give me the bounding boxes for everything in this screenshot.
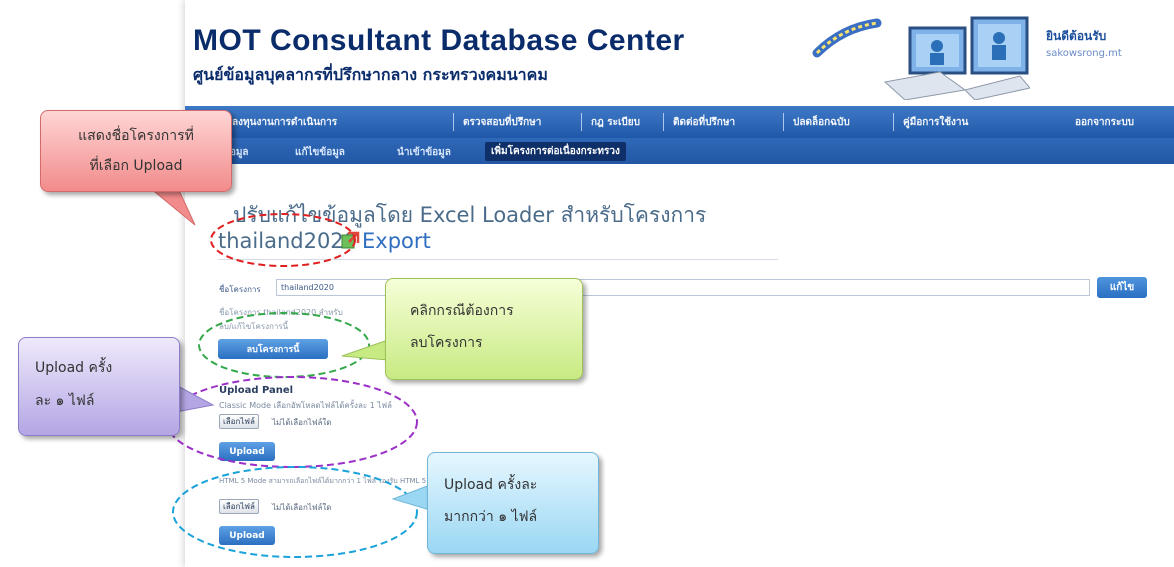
heading-divider bbox=[218, 259, 778, 260]
export-link[interactable]: Export bbox=[362, 229, 431, 253]
nav-item-logout[interactable]: ออกจากระบบ bbox=[1075, 115, 1134, 130]
delete-hint: ลบ/แก้ไขโครงการนี้ bbox=[219, 322, 289, 331]
choose-file-button[interactable]: เลือกไฟล์ bbox=[219, 414, 259, 429]
export-icon[interactable] bbox=[340, 231, 360, 251]
user-name[interactable]: sakowsrong.mt bbox=[1046, 48, 1122, 59]
upload-button-classic[interactable]: Upload bbox=[219, 442, 275, 461]
callout-red-line2: ที่เลือก Upload bbox=[89, 158, 183, 174]
nav-divider bbox=[783, 113, 784, 131]
project-hint: ชื่อโครงการ thailand2020 สำหรับ bbox=[219, 308, 343, 317]
computers-illustration-icon bbox=[883, 16, 1030, 100]
no-file-text: ไม่ได้เลือกไฟล์ใด bbox=[272, 418, 332, 427]
no-files-text: ไม่ได้เลือกไฟล์ใด bbox=[272, 503, 332, 512]
sub-nav: ข้อมูล แก้ไขข้อมูล นำเข้าข้อมูล เพิ่มโคร… bbox=[185, 138, 1174, 164]
subnav-item-import[interactable]: นำเข้าข้อมูล bbox=[397, 145, 451, 160]
callout-green-line2: ลบโครงการ bbox=[410, 335, 483, 351]
callout-purple-line1: Upload ครั้ง bbox=[35, 360, 113, 376]
nav-item-unlock[interactable]: ปลดล็อกฉบับ bbox=[793, 115, 850, 130]
nav-item-regulations[interactable]: กฎ ระเบียบ bbox=[591, 115, 640, 130]
callout-blue-line1: Upload ครั้งละ bbox=[444, 477, 538, 493]
page-heading: ปรับแก้ไขข้อมูลโดย Excel Loader สำหรับโค… bbox=[233, 203, 707, 227]
callout-purple-line2: ละ ๑ ไฟล์ bbox=[35, 393, 95, 409]
delete-project-button[interactable]: ลบโครงการนี้ bbox=[218, 339, 328, 359]
classic-mode-description: Classic Mode เลือกอัพโหลดไฟล์ได้ครั้งละ … bbox=[219, 401, 392, 410]
nav-divider bbox=[581, 113, 582, 131]
subnav-item-edit[interactable]: แก้ไขข้อมูล bbox=[295, 145, 345, 160]
nav-divider bbox=[893, 113, 894, 131]
welcome-text: ยินดีต้อนรับ bbox=[1046, 29, 1107, 43]
welcome-block: ยินดีต้อนรับ sakowsrong.mt bbox=[1046, 27, 1122, 59]
html5-mode-description: HTML 5 Mode สามารถเลือกไฟล์ได้มากกว่า 1 … bbox=[219, 477, 427, 485]
callout-red-line1: แสดงชื่อโครงการที่ bbox=[78, 128, 194, 144]
site-subtitle: ศูนย์ข้อมูลบุคลากรที่ปรึกษากลาง กระทรวงค… bbox=[193, 65, 548, 84]
project-name-label: ชื่อโครงการ bbox=[219, 285, 261, 294]
upload-button-html5[interactable]: Upload bbox=[219, 526, 275, 545]
callout-delete-project: คลิกกรณีต้องการ ลบโครงการ bbox=[385, 278, 583, 380]
upload-panel-title: Upload Panel bbox=[219, 385, 294, 396]
nav-item-investment[interactable]: การลงทุนงานการดำเนินการ bbox=[215, 115, 337, 130]
nav-item-manual[interactable]: คู่มือการใช้งาน bbox=[903, 115, 968, 130]
callout-upload-multiple: Upload ครั้งละ มากกว่า ๑ ไฟล์ bbox=[427, 452, 599, 554]
main-nav: การลงทุนงานการดำเนินการ ตรวจสอบที่ปรึกษา… bbox=[185, 106, 1174, 138]
project-name: thailand2020 bbox=[218, 229, 358, 253]
nav-item-contact[interactable]: ติดต่อที่ปรึกษา bbox=[673, 115, 735, 130]
nav-item-check-consultant[interactable]: ตรวจสอบที่ปรึกษา bbox=[463, 115, 541, 130]
callout-green-line1: คลิกกรณีต้องการ bbox=[410, 303, 514, 319]
edit-button[interactable]: แก้ไข bbox=[1097, 277, 1147, 298]
nav-divider bbox=[453, 113, 454, 131]
site-title: MOT Consultant Database Center bbox=[193, 24, 685, 57]
online-tag-icon bbox=[812, 18, 882, 58]
subnav-item-add-project[interactable]: เพิ่มโครงการต่อเนื่องกระทรวง bbox=[485, 142, 626, 161]
choose-files-button[interactable]: เลือกไฟล์ bbox=[219, 499, 259, 514]
callout-blue-line2: มากกว่า ๑ ไฟล์ bbox=[444, 509, 538, 525]
nav-divider bbox=[663, 113, 664, 131]
callout-project-name: แสดงชื่อโครงการที่ ที่เลือก Upload bbox=[40, 110, 232, 192]
callout-upload-single: Upload ครั้ง ละ ๑ ไฟล์ bbox=[18, 337, 180, 436]
